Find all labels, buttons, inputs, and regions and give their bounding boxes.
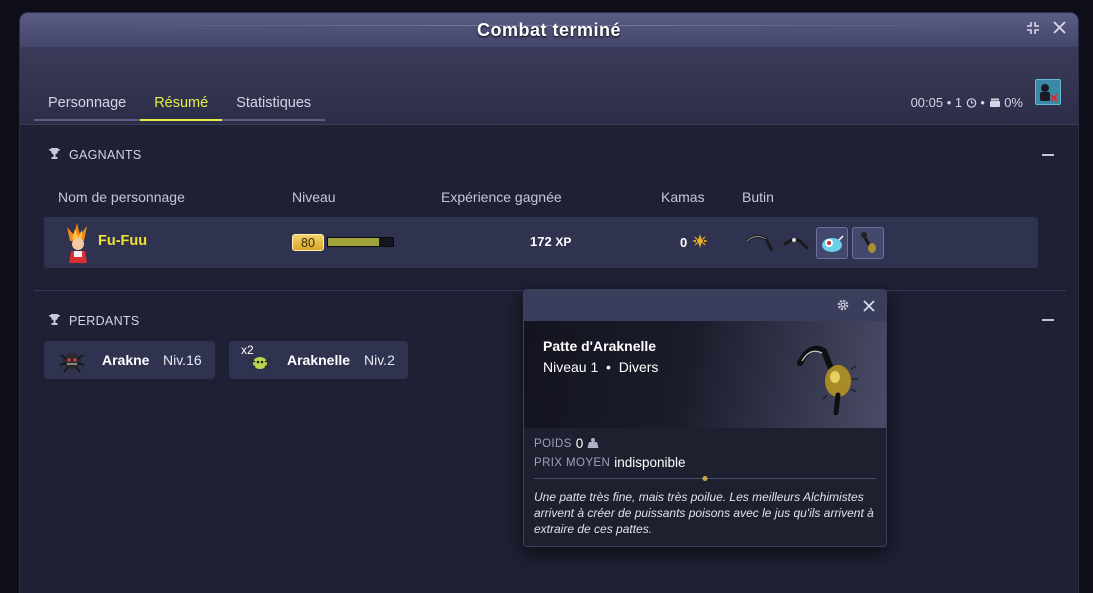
patte-item-icon[interactable]	[744, 227, 776, 259]
challenge-icon	[989, 95, 1005, 110]
minimize-icon[interactable]	[1024, 21, 1042, 39]
item-price: PRIX MOYEN indisponible	[534, 455, 876, 470]
trophy-icon	[48, 147, 61, 163]
loser-level: Niv.16	[163, 352, 202, 368]
item-tooltip: Patte d'Araknelle Niveau 1 • Divers POID…	[523, 289, 887, 547]
winner-row[interactable]: Fu-Fuu 80 172 XP 0	[44, 217, 1038, 268]
trophy-icon	[48, 313, 61, 329]
column-loot: Butin	[742, 189, 774, 205]
spectator-toggle-icon[interactable]	[1035, 79, 1061, 105]
fight-duration: 00:05	[910, 95, 944, 110]
araknelle-avatar	[247, 347, 273, 375]
item-description: Une patte très fine, mais très poilue. L…	[534, 490, 874, 536]
weight-icon	[587, 436, 599, 451]
tooltip-body: POIDS 0 PRIX MOYEN indisponible Une patt…	[524, 428, 886, 545]
kamas-gained: 0	[680, 234, 709, 251]
character-name: Fu-Fuu	[98, 233, 148, 249]
column-name: Nom de personnage	[58, 189, 185, 205]
price-label: PRIX MOYEN	[534, 456, 611, 469]
gear-icon[interactable]	[836, 298, 850, 317]
item-type: Divers	[618, 359, 659, 375]
winners-collapse-button[interactable]	[1042, 154, 1054, 156]
column-kamas: Kamas	[661, 189, 705, 205]
tooltip-separator	[534, 476, 876, 481]
challenge-value: 0%	[1004, 95, 1023, 110]
xp-progress-bar	[327, 237, 394, 247]
level-badge: 80	[292, 234, 324, 251]
column-xp: Expérience gagnée	[441, 189, 562, 205]
window-header: Combat terminé Personnage Résumé Statist…	[20, 13, 1078, 125]
losers-header: PERDANTS	[48, 313, 139, 329]
dark-figure-item-icon[interactable]	[852, 227, 884, 259]
weight-label: POIDS	[534, 437, 572, 450]
item-name: Patte d'Araknelle	[543, 338, 657, 354]
patte-item-icon[interactable]	[780, 227, 812, 259]
loser-card[interactable]: Arakne Niv.16	[44, 341, 215, 379]
tooltip-header: Patte d'Araknelle Niveau 1 • Divers	[524, 321, 886, 428]
loser-name: Arakne	[102, 352, 150, 368]
loser-name: Araknelle	[287, 352, 351, 368]
losers-collapse-button[interactable]	[1042, 319, 1054, 321]
weight-value: 0	[575, 436, 584, 451]
loot-list	[744, 227, 884, 259]
tab-bar: Personnage Résumé Statistiques	[34, 89, 326, 121]
tooltip-toolbar	[524, 290, 886, 321]
item-image	[794, 337, 864, 416]
kamas-value: 0	[680, 235, 688, 250]
loser-level: Niv.2	[364, 352, 395, 368]
arakne-avatar	[58, 345, 86, 375]
xp-unit: XP	[555, 235, 572, 249]
tab-statistiques[interactable]: Statistiques	[222, 89, 326, 121]
winners-title: GAGNANTS	[69, 148, 142, 162]
close-icon[interactable]	[1050, 21, 1068, 39]
fight-turns: 1	[954, 95, 963, 110]
fight-info: 00:05 • 1 • 0%	[910, 95, 1023, 110]
xp-gained: 172 XP	[530, 234, 571, 249]
column-level: Niveau	[292, 189, 336, 205]
window-title: Combat terminé	[476, 20, 622, 40]
character-avatar	[64, 223, 92, 263]
loser-card[interactable]: x2 Araknelle Niv.2	[229, 341, 408, 379]
close-icon[interactable]	[863, 299, 875, 317]
losers-title: PERDANTS	[69, 314, 140, 328]
blue-creature-item-icon[interactable]	[816, 227, 848, 259]
timer-icon	[966, 95, 981, 110]
item-meta: Niveau 1 • Divers	[543, 359, 659, 375]
item-level: Niveau 1	[543, 359, 599, 375]
tab-personnage[interactable]: Personnage	[34, 89, 141, 121]
xp-value: 172	[530, 234, 552, 249]
kamas-icon	[692, 234, 709, 251]
tab-resume[interactable]: Résumé	[140, 89, 223, 121]
winners-header: GAGNANTS	[48, 147, 142, 163]
price-value: indisponible	[614, 455, 686, 470]
xp-progress-fill	[328, 238, 379, 246]
item-weight: POIDS 0	[534, 436, 876, 451]
separator-ornament	[702, 476, 708, 481]
